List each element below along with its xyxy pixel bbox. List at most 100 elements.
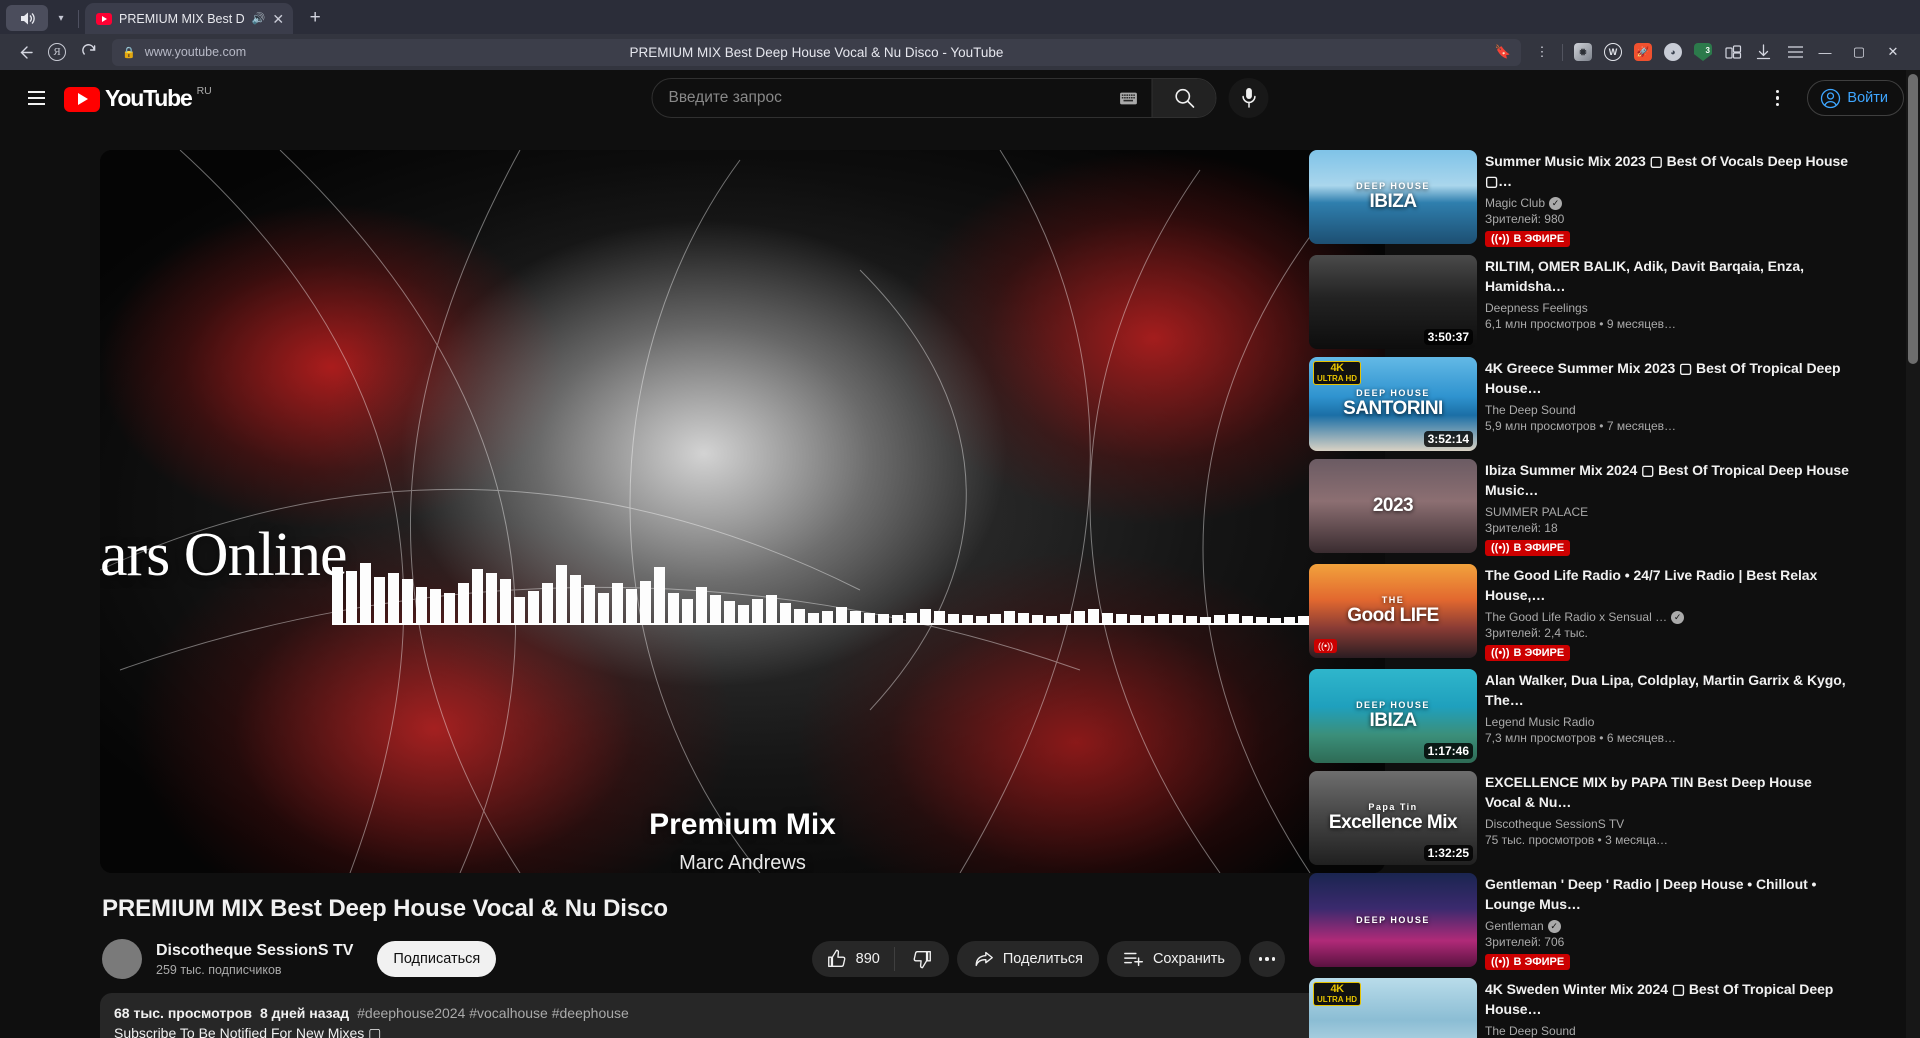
- bookmark-icon[interactable]: 🔖: [1495, 44, 1511, 60]
- more-actions-button[interactable]: [1249, 941, 1285, 977]
- page-scrollbar[interactable]: [1906, 70, 1920, 1038]
- search-button[interactable]: [1151, 79, 1216, 117]
- guide-menu-button[interactable]: [16, 78, 56, 118]
- equalizer-bar: [486, 573, 497, 623]
- equalizer-bar: [780, 603, 791, 623]
- youtube-logo[interactable]: YouTube RU: [64, 85, 212, 112]
- sidebar-video-item[interactable]: DEEP HOUSE Gentleman ' Deep ' Radio | Dee…: [1309, 873, 1849, 970]
- publish-date: 8 дней назад: [259, 1005, 350, 1021]
- downloads-icon[interactable]: [1750, 39, 1776, 65]
- shield-extension-icon[interactable]: 3: [1690, 39, 1716, 65]
- video-title[interactable]: RILTIM, OMER BALIK, Adik, Davit Barqaia,…: [1485, 256, 1849, 296]
- yandex-assistant-button[interactable]: Я: [42, 38, 72, 66]
- search-input[interactable]: Введите запрос: [653, 79, 1120, 117]
- video-channel[interactable]: The Deep Sound: [1485, 403, 1849, 417]
- video-thumbnail[interactable]: THE Good LIFE ((•)): [1309, 564, 1477, 658]
- tab-audio-icon[interactable]: 🔊: [252, 12, 266, 25]
- sign-in-button[interactable]: Войти: [1807, 80, 1904, 116]
- puzzle-extension-icon[interactable]: ✹: [1570, 39, 1596, 65]
- video-player[interactable]: ars Online Premium Mix Marc Andrews: [100, 150, 1385, 873]
- video-channel[interactable]: The Deep Sound: [1485, 1024, 1849, 1038]
- channel-name[interactable]: Discotheque SessionS TV: [156, 942, 353, 960]
- dislike-button[interactable]: [895, 948, 949, 970]
- video-thumbnail[interactable]: DEEP HOUSE: [1309, 873, 1477, 967]
- sidebar-video-item[interactable]: Papa Tin Excellence Mix 1:32:25 EXCELLENCE …: [1309, 771, 1849, 865]
- close-window-button[interactable]: ✕: [1876, 37, 1910, 67]
- voice-search-button[interactable]: [1228, 78, 1269, 118]
- rocket-extension-icon[interactable]: 🚀: [1630, 39, 1656, 65]
- tab-list-chevron[interactable]: ▾: [48, 5, 74, 31]
- video-thumbnail[interactable]: DEEP HOUSE SANTORINI 4K ULTRA HD 3:52:14: [1309, 357, 1477, 451]
- verified-badge-icon: ✓: [1671, 610, 1685, 624]
- video-thumbnail[interactable]: DEEP HOUSE IBIZA 1:17:46: [1309, 669, 1477, 763]
- browser-tab[interactable]: PREMIUM MIX Best D 🔊 ✕: [85, 3, 294, 34]
- kebab-menu-icon[interactable]: ⋮: [1529, 39, 1555, 65]
- share-button[interactable]: Поделиться: [956, 941, 1099, 977]
- video-thumbnail[interactable]: Papa Tin Excellence Mix 1:32:25: [1309, 771, 1477, 865]
- like-button[interactable]: 890: [826, 948, 894, 970]
- video-title[interactable]: 4K Greece Summer Mix 2023 ▢ Best Of Trop…: [1485, 358, 1849, 398]
- equalizer-bar: [1242, 616, 1253, 623]
- scrollbar-thumb[interactable]: [1908, 74, 1918, 364]
- video-title[interactable]: Summer Music Mix 2023 ▢ Best Of Vocals D…: [1485, 151, 1849, 191]
- omnibox-url: www.youtube.com: [144, 45, 247, 59]
- reload-button[interactable]: [74, 38, 104, 66]
- subscribe-button[interactable]: Подписаться: [377, 941, 497, 977]
- video-thumbnail[interactable]: 2023: [1309, 459, 1477, 553]
- sidebar-video-item[interactable]: 3:50:37 RILTIM, OMER BALIK, Adik, Davit B…: [1309, 255, 1849, 349]
- save-button[interactable]: Сохранить: [1106, 941, 1241, 977]
- video-title[interactable]: Alan Walker, Dua Lipa, Coldplay, Martin …: [1485, 670, 1849, 710]
- sidebar-video-item[interactable]: DEEP HOUSE SANTORINI 4K ULTRA HD 3:52:14 4K G…: [1309, 357, 1849, 451]
- video-channel[interactable]: Gentleman ✓: [1485, 919, 1849, 933]
- equalizer-bar: [570, 575, 581, 623]
- video-stats: 7,3 млн просмотров • 6 месяцев…: [1485, 731, 1677, 745]
- sound-indicator-button[interactable]: [6, 5, 48, 31]
- omnibox-page-title: PREMIUM MIX Best Deep House Vocal & Nu D…: [629, 44, 1004, 60]
- video-title[interactable]: Gentleman ' Deep ' Radio | Deep House • …: [1485, 874, 1849, 914]
- video-channel[interactable]: Deepness Feelings: [1485, 301, 1849, 315]
- maximize-button[interactable]: ▢: [1842, 37, 1876, 67]
- video-channel[interactable]: Magic Club ✓: [1485, 196, 1849, 210]
- video-meta: Gentleman ' Deep ' Radio | Deep House • …: [1485, 873, 1849, 970]
- video-title[interactable]: 4K Sweden Winter Mix 2024 ▢ Best Of Trop…: [1485, 979, 1849, 1019]
- description-hashtags[interactable]: #deephouse2024 #vocalhouse #deephouse: [357, 1005, 629, 1021]
- video-title[interactable]: Ibiza Summer Mix 2024 ▢ Best Of Tropical…: [1485, 460, 1849, 500]
- omnibox[interactable]: 🔒 www.youtube.com PREMIUM MIX Best Deep …: [112, 38, 1521, 66]
- channel-label: Deepness Feelings: [1485, 301, 1588, 315]
- avatar[interactable]: [102, 939, 142, 979]
- video-thumbnail[interactable]: 4K ULTRA HD: [1309, 978, 1477, 1038]
- video-title[interactable]: EXCELLENCE MIX by PAPA TIN Best Deep Hou…: [1485, 772, 1849, 812]
- browser-menu-icon[interactable]: [1782, 39, 1808, 65]
- video-title[interactable]: The Good Life Radio • 24/7 Live Radio | …: [1485, 565, 1849, 605]
- description-box[interactable]: 68 тыс. просмотров 8 дней назад #deephou…: [100, 993, 1385, 1038]
- collections-icon[interactable]: [1720, 39, 1746, 65]
- settings-kebab-button[interactable]: [1757, 78, 1797, 118]
- video-channel[interactable]: SUMMER PALACE: [1485, 505, 1849, 519]
- video-channel[interactable]: The Good Life Radio x Sensual … ✓: [1485, 610, 1849, 624]
- video-channel[interactable]: Legend Music Radio: [1485, 715, 1849, 729]
- sidebar-video-item[interactable]: DEEP HOUSE IBIZA 1:17:46 Alan Walker, Dua L…: [1309, 669, 1849, 763]
- sidebar-video-item[interactable]: THE Good LIFE ((•)) The Good Life Radio • 2…: [1309, 564, 1849, 661]
- keyboard-icon[interactable]: [1120, 92, 1152, 105]
- sidebar-video-item[interactable]: 2023 Ibiza Summer Mix 2024 ▢ Best Of Trop…: [1309, 459, 1849, 556]
- w-circle-extension-icon[interactable]: W: [1600, 39, 1626, 65]
- video-channel[interactable]: Discotheque SessionS TV: [1485, 817, 1849, 831]
- equalizer-bar: [1004, 611, 1015, 623]
- new-tab-button[interactable]: +: [301, 4, 329, 32]
- equalizer-bar: [864, 613, 875, 623]
- video-thumbnail[interactable]: 3:50:37: [1309, 255, 1477, 349]
- sidebar-video-item[interactable]: 4K ULTRA HD 4K Sweden Winter Mix 2024 ▢ Be…: [1309, 978, 1849, 1038]
- tab-close-icon[interactable]: ✕: [272, 12, 284, 26]
- live-badge: ((•)) В ЭФИРЕ: [1485, 645, 1571, 661]
- equalizer-bar: [906, 613, 917, 623]
- equalizer-bar: [1032, 615, 1043, 623]
- ninja-extension-icon[interactable]: ◕: [1660, 39, 1686, 65]
- thumbs-down-icon: [913, 950, 931, 969]
- equalizer-bar: [1256, 617, 1267, 623]
- sidebar-video-item[interactable]: DEEP HOUSE IBIZA Summer Music Mix 2023 ▢ B…: [1309, 150, 1849, 247]
- equalizer-bar: [1088, 609, 1099, 623]
- search-box[interactable]: Введите запрос: [651, 78, 1217, 118]
- minimize-button[interactable]: —: [1808, 37, 1842, 67]
- video-thumbnail[interactable]: DEEP HOUSE IBIZA: [1309, 150, 1477, 244]
- back-button[interactable]: [10, 38, 40, 66]
